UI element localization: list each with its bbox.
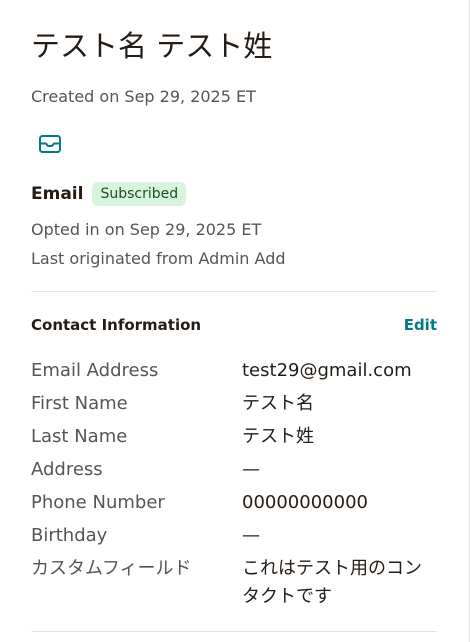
opted-in-date: Opted in on Sep 29, 2025 ET <box>31 220 262 239</box>
email-status-row: Email Subscribed <box>31 180 187 208</box>
field-value-custom: これはテスト用のコンタクトです <box>242 558 422 607</box>
section-divider-bottom <box>31 631 437 632</box>
field-value-phone: 00000000000 <box>242 492 368 513</box>
origin-source: Last originated from Admin Add <box>31 249 286 268</box>
contact-name: テスト名 テスト姓 <box>31 29 273 63</box>
edit-link[interactable]: Edit <box>404 315 437 335</box>
subscribed-badge: Subscribed <box>92 182 187 206</box>
email-heading: Email <box>31 184 84 204</box>
field-value-address: — <box>242 459 260 480</box>
field-label-last-name: Last Name <box>31 426 128 447</box>
field-label-custom: カスタムフィールド <box>31 558 192 579</box>
field-value-last-name: テスト姓 <box>242 426 314 447</box>
field-value-birthday: — <box>242 525 260 546</box>
field-label-address: Address <box>31 459 103 480</box>
section-divider <box>31 291 437 292</box>
created-date: Created on Sep 29, 2025 ET <box>31 87 256 106</box>
field-label-first-name: First Name <box>31 393 128 414</box>
field-label-phone: Phone Number <box>31 492 165 513</box>
field-value-email: test29@gmail.com <box>242 360 412 381</box>
field-value-first-name: テスト名 <box>242 393 314 414</box>
contact-info-title: Contact Information <box>31 316 202 334</box>
envelope-icon[interactable] <box>38 133 62 155</box>
field-label-email: Email Address <box>31 360 159 381</box>
contact-profile-card: テスト名 テスト姓 Created on Sep 29, 2025 ET Ema… <box>0 0 470 642</box>
field-label-birthday: Birthday <box>31 525 108 546</box>
